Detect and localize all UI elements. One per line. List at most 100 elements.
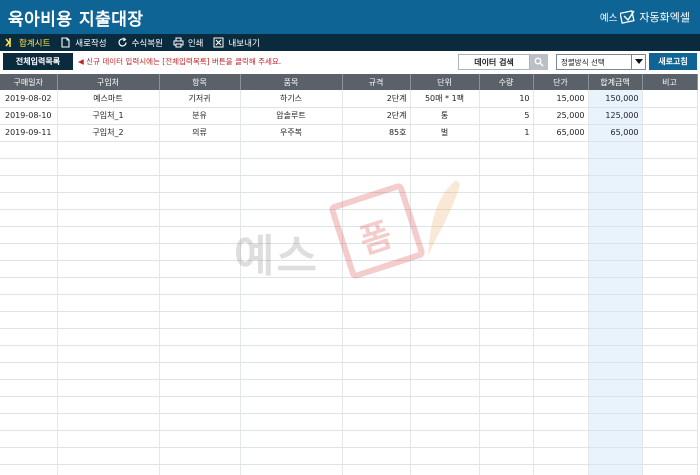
empty-cell[interactable] xyxy=(588,277,643,295)
cell-quantity[interactable]: 1 xyxy=(479,124,534,142)
empty-cell[interactable] xyxy=(0,413,58,431)
sort-select[interactable]: 정렬방식 선택 xyxy=(556,54,646,70)
empty-cell[interactable] xyxy=(588,430,643,448)
empty-cell[interactable] xyxy=(159,243,241,261)
all-entries-button[interactable]: 전체입력목록 xyxy=(3,53,73,70)
empty-cell[interactable] xyxy=(57,447,160,465)
empty-cell[interactable] xyxy=(642,243,698,261)
empty-cell[interactable] xyxy=(0,311,58,329)
empty-cell[interactable] xyxy=(342,277,411,295)
empty-cell[interactable] xyxy=(588,260,643,278)
table-row[interactable] xyxy=(0,294,698,312)
empty-cell[interactable] xyxy=(479,311,534,329)
column-header[interactable]: 구입처 xyxy=(57,74,160,90)
empty-cell[interactable] xyxy=(410,464,480,475)
table-row[interactable] xyxy=(0,362,698,380)
empty-cell[interactable] xyxy=(159,464,241,475)
empty-cell[interactable] xyxy=(240,311,343,329)
empty-cell[interactable] xyxy=(479,396,534,414)
empty-cell[interactable] xyxy=(642,226,698,244)
empty-cell[interactable] xyxy=(240,260,343,278)
empty-cell[interactable] xyxy=(533,260,589,278)
empty-cell[interactable] xyxy=(533,209,589,227)
column-header[interactable]: 항목 xyxy=(159,74,241,90)
empty-cell[interactable] xyxy=(642,345,698,363)
cell-vendor[interactable]: 구입처_2 xyxy=(57,124,160,142)
empty-cell[interactable] xyxy=(159,345,241,363)
empty-cell[interactable] xyxy=(479,447,534,465)
empty-cell[interactable] xyxy=(533,447,589,465)
empty-cell[interactable] xyxy=(533,464,589,475)
empty-cell[interactable] xyxy=(588,464,643,475)
empty-cell[interactable] xyxy=(479,209,534,227)
empty-cell[interactable] xyxy=(410,447,480,465)
empty-cell[interactable] xyxy=(588,192,643,210)
empty-cell[interactable] xyxy=(240,328,343,346)
empty-cell[interactable] xyxy=(410,345,480,363)
empty-cell[interactable] xyxy=(410,158,480,176)
empty-cell[interactable] xyxy=(342,328,411,346)
empty-cell[interactable] xyxy=(533,158,589,176)
empty-cell[interactable] xyxy=(479,192,534,210)
cell-unit[interactable]: 벌 xyxy=(410,124,480,142)
empty-cell[interactable] xyxy=(642,379,698,397)
empty-cell[interactable] xyxy=(410,294,480,312)
empty-cell[interactable] xyxy=(240,362,343,380)
empty-cell[interactable] xyxy=(0,260,58,278)
cell-quantity[interactable]: 5 xyxy=(479,107,534,125)
column-header[interactable]: 구매일자 xyxy=(0,74,58,90)
empty-cell[interactable] xyxy=(159,158,241,176)
empty-cell[interactable] xyxy=(533,396,589,414)
refresh-button[interactable]: 새로고침 xyxy=(649,53,697,70)
empty-cell[interactable] xyxy=(533,430,589,448)
column-header[interactable]: 비고 xyxy=(642,74,698,90)
empty-cell[interactable] xyxy=(342,362,411,380)
empty-cell[interactable] xyxy=(342,294,411,312)
empty-cell[interactable] xyxy=(410,430,480,448)
empty-cell[interactable] xyxy=(159,209,241,227)
empty-cell[interactable] xyxy=(642,413,698,431)
empty-cell[interactable] xyxy=(342,396,411,414)
empty-cell[interactable] xyxy=(159,311,241,329)
empty-cell[interactable] xyxy=(0,447,58,465)
empty-cell[interactable] xyxy=(240,175,343,193)
empty-cell[interactable] xyxy=(342,260,411,278)
table-row[interactable] xyxy=(0,311,698,329)
empty-cell[interactable] xyxy=(479,141,534,159)
empty-cell[interactable] xyxy=(240,243,343,261)
search-icon-button[interactable] xyxy=(530,54,548,70)
empty-cell[interactable] xyxy=(159,430,241,448)
empty-cell[interactable] xyxy=(240,464,343,475)
empty-cell[interactable] xyxy=(533,379,589,397)
cell-note[interactable] xyxy=(642,124,698,142)
table-row[interactable] xyxy=(0,209,698,227)
empty-cell[interactable] xyxy=(410,243,480,261)
cell-total[interactable]: 150,000 xyxy=(588,90,643,108)
cell-item[interactable]: 하기스 xyxy=(240,90,343,108)
empty-cell[interactable] xyxy=(240,379,343,397)
empty-cell[interactable] xyxy=(588,243,643,261)
empty-cell[interactable] xyxy=(342,379,411,397)
empty-cell[interactable] xyxy=(642,192,698,210)
empty-cell[interactable] xyxy=(479,294,534,312)
empty-cell[interactable] xyxy=(0,158,58,176)
empty-cell[interactable] xyxy=(240,192,343,210)
empty-cell[interactable] xyxy=(410,396,480,414)
empty-cell[interactable] xyxy=(0,345,58,363)
empty-cell[interactable] xyxy=(588,362,643,380)
cell-category[interactable]: 의류 xyxy=(159,124,241,142)
empty-cell[interactable] xyxy=(410,413,480,431)
empty-cell[interactable] xyxy=(642,141,698,159)
column-header[interactable]: 합계금액 xyxy=(588,74,643,90)
cell-unit-price[interactable]: 65,000 xyxy=(533,124,589,142)
empty-cell[interactable] xyxy=(57,175,160,193)
empty-cell[interactable] xyxy=(588,413,643,431)
table-row[interactable] xyxy=(0,345,698,363)
empty-cell[interactable] xyxy=(533,294,589,312)
empty-cell[interactable] xyxy=(342,243,411,261)
empty-cell[interactable] xyxy=(159,379,241,397)
empty-cell[interactable] xyxy=(240,430,343,448)
table-row[interactable] xyxy=(0,413,698,431)
empty-cell[interactable] xyxy=(533,345,589,363)
empty-cell[interactable] xyxy=(479,430,534,448)
